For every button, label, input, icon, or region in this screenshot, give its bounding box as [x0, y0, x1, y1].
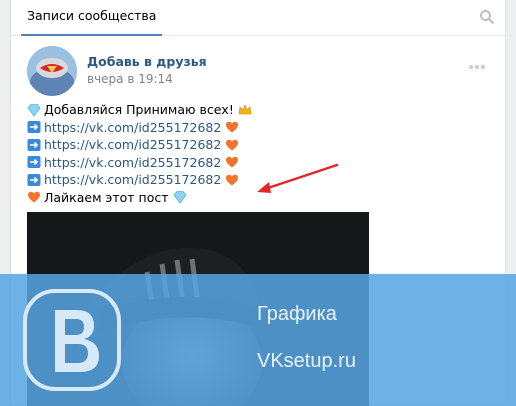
community-avatar[interactable]	[27, 46, 77, 96]
annotation-arrow-icon	[257, 163, 339, 193]
diamond-icon	[27, 103, 41, 117]
profile-link[interactable]: https://vk.com/id255172682	[44, 119, 221, 137]
right-arrow-icon	[27, 173, 41, 186]
post-timestamp[interactable]: вчера в 19:14	[87, 72, 173, 86]
post-line: https://vk.com/id255172682	[27, 119, 467, 137]
post-line: Лайкаем этот пост	[27, 189, 467, 207]
search-icon[interactable]	[479, 9, 495, 25]
right-arrow-icon	[27, 138, 41, 151]
wall-tabs: Записи сообщества	[11, 0, 507, 36]
watermark-site: VKsetup.ru	[257, 350, 356, 372]
diamond-icon	[173, 191, 187, 204]
more-options-icon[interactable]	[469, 57, 487, 69]
profile-link[interactable]: https://vk.com/id255172682	[44, 154, 221, 172]
post-text: Добавляйся Принимаю всех! https://vk.com…	[27, 101, 467, 206]
right-arrow-icon	[27, 156, 41, 169]
orange-heart-icon	[226, 122, 239, 133]
post-line: https://vk.com/id255172682	[27, 136, 467, 154]
post-author-link[interactable]: Добавь в друзья	[87, 54, 207, 69]
watermark-overlay: Графика VKsetup.ru	[0, 274, 516, 406]
post-line-text: Добавляйся Принимаю всех!	[44, 102, 234, 117]
post-line: https://vk.com/id255172682	[27, 154, 467, 172]
tab-community-posts[interactable]: Записи сообщества	[21, 0, 163, 36]
post-line: https://vk.com/id255172682	[27, 171, 467, 189]
watermark-title: Графика	[257, 303, 337, 325]
profile-link[interactable]: https://vk.com/id255172682	[44, 136, 221, 154]
right-arrow-icon	[27, 121, 41, 134]
post-line: Добавляйся Принимаю всех!	[27, 101, 467, 119]
orange-heart-icon	[226, 157, 239, 168]
vksetup-logo-icon	[23, 289, 121, 391]
orange-heart-icon	[226, 139, 239, 151]
post-line-text: Лайкаем этот пост	[44, 189, 169, 205]
profile-link[interactable]: https://vk.com/id255172682	[44, 171, 221, 189]
orange-heart-icon	[28, 192, 40, 203]
orange-heart-icon	[226, 174, 239, 186]
crown-icon	[238, 103, 252, 115]
